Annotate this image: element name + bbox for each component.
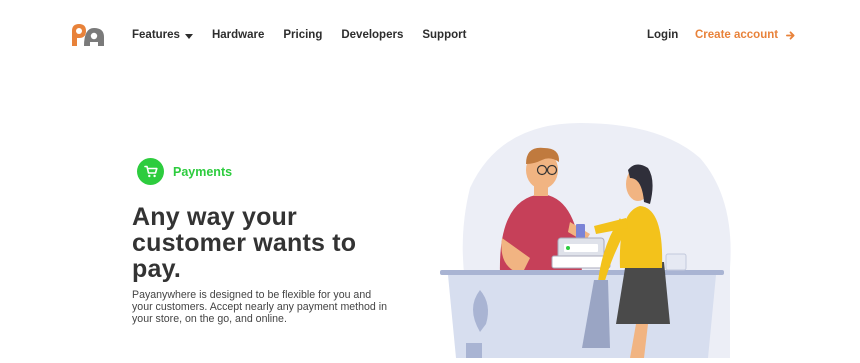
payanywhere-logo[interactable]: [70, 22, 106, 46]
payments-badge: Payments: [137, 158, 232, 185]
nav-item-pricing-label: Pricing: [283, 29, 323, 41]
nav-item-features[interactable]: Features: [132, 29, 193, 41]
nav-item-pricing[interactable]: Pricing: [283, 29, 322, 41]
top-navigation: Features Hardware Pricing Developers Sup…: [0, 0, 860, 72]
create-account-label: Create account: [695, 29, 779, 41]
create-account-link[interactable]: Create account: [695, 29, 795, 41]
login-link[interactable]: Login: [647, 29, 678, 41]
nav-item-hardware[interactable]: Hardware: [212, 29, 264, 41]
payments-badge-circle: [137, 158, 164, 185]
checkout-illustration: [430, 118, 740, 358]
nav-links: Features Hardware Pricing Developers Sup…: [132, 29, 485, 41]
hero-headline: Any way your customer wants to pay.: [132, 203, 357, 283]
payments-badge-label: Payments: [173, 164, 233, 179]
hero-description: Payanywhere is designed to be flexible f…: [132, 289, 387, 326]
nav-item-developers[interactable]: Developers: [341, 29, 403, 41]
arrow-right-icon: [786, 30, 795, 40]
nav-item-hardware-label: Hardware: [211, 29, 265, 41]
chevron-down-icon: [184, 33, 193, 39]
nav-item-support[interactable]: Support: [422, 29, 466, 41]
nav-item-features-label: Features: [132, 29, 180, 41]
nav-item-developers-label: Developers: [341, 29, 404, 41]
nav-item-support-label: Support: [422, 29, 467, 41]
shopping-cart-icon: [143, 165, 158, 178]
